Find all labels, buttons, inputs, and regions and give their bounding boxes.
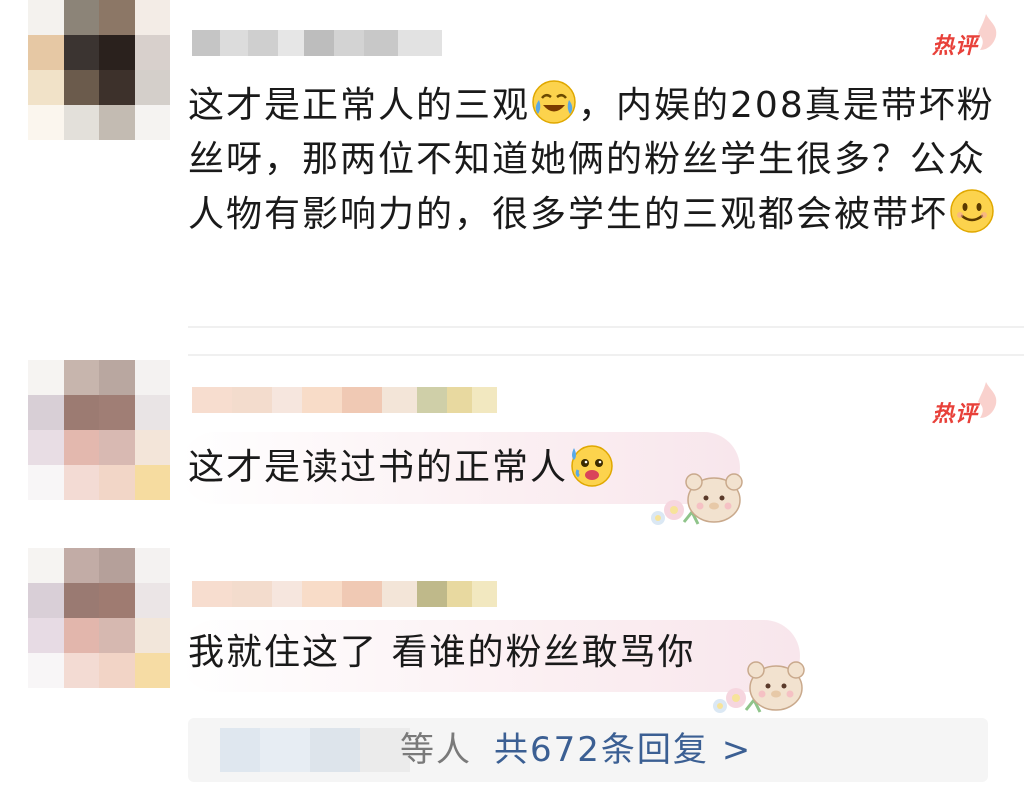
laughing-crying-emoji-icon xyxy=(532,80,576,124)
username[interactable] xyxy=(192,387,497,413)
replier-names xyxy=(220,728,410,772)
hot-comment-badge: 热评 xyxy=(932,12,1002,62)
view-replies-link[interactable]: 共672条回复 > xyxy=(494,726,752,774)
hot-comment-badge: 热评 xyxy=(932,380,1002,430)
replies-bar[interactable]: 等人 共672条回复 > xyxy=(188,718,988,782)
bear-flower-sticker-icon xyxy=(651,473,743,525)
username[interactable] xyxy=(192,30,442,56)
comment-text: 这才是正常人的三观 ，内娱的208真是带坏粉丝呀，那两位不知道她俩的粉丝学生很多？… xyxy=(188,78,1018,242)
bear-flower-sticker-icon xyxy=(713,661,805,713)
sweat-emoji-icon xyxy=(571,445,613,487)
divider xyxy=(188,354,1024,356)
avatar[interactable] xyxy=(28,360,170,500)
avatar[interactable] xyxy=(28,548,170,688)
avatar[interactable] xyxy=(28,0,170,140)
comment-text: 这才是读过书的正常人 xyxy=(188,440,616,495)
username[interactable] xyxy=(192,581,497,607)
replies-suffix: 等人 xyxy=(400,730,472,770)
comment-text: 我就住这了 看谁的粉丝敢骂你 xyxy=(188,632,696,673)
divider xyxy=(188,326,1024,328)
smile-emoji-icon xyxy=(950,189,994,233)
